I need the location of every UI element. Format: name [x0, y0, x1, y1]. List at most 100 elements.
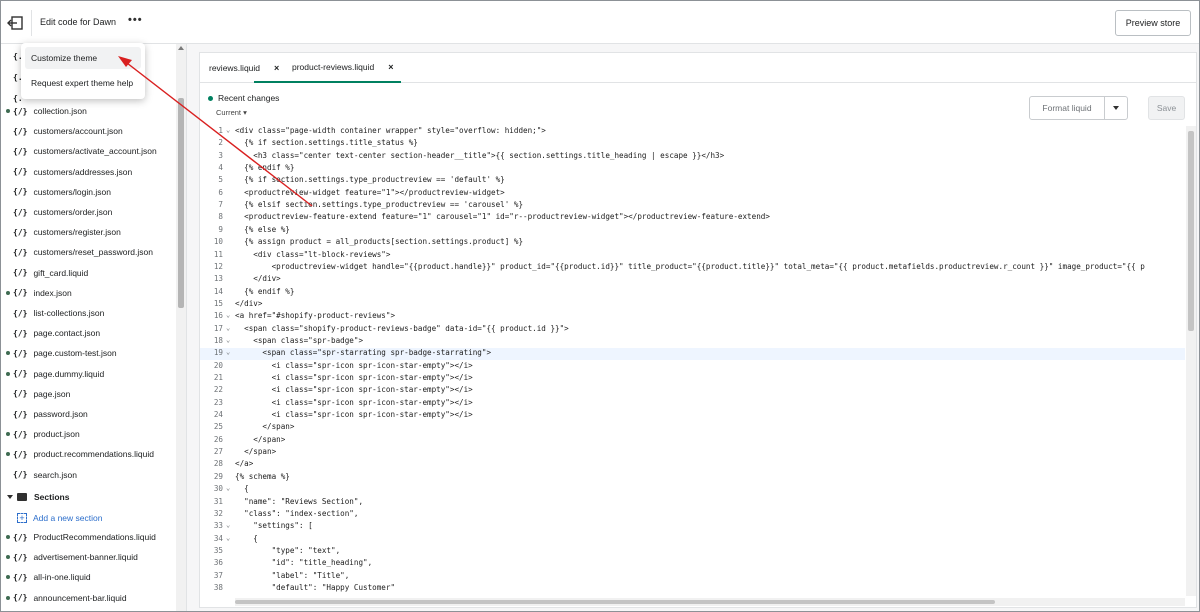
file-item[interactable]: {/} index.json: [1, 283, 173, 303]
file-item[interactable]: {/} customers/reset_password.json: [1, 242, 173, 262]
code-line[interactable]: 13 </div>: [200, 274, 1185, 286]
code-line[interactable]: 2 {% if section.settings.title_status %}: [200, 138, 1185, 150]
file-item[interactable]: {/} customers/order.json: [1, 202, 173, 222]
file-item[interactable]: {/} customers/account.json: [1, 121, 173, 141]
file-item[interactable]: {/} product.json: [1, 424, 173, 444]
code-line[interactable]: 33 ⌄ "settings": [: [200, 521, 1185, 533]
code-line[interactable]: 32 "class": "index-section",: [200, 509, 1185, 521]
code-line[interactable]: 7 {% elsif section.settings.type_product…: [200, 200, 1185, 212]
exit-icon[interactable]: [7, 15, 25, 31]
line-number: 15: [213, 298, 223, 308]
version-select[interactable]: Current ▾: [216, 108, 247, 117]
code-line[interactable]: 22 <i class="spr-icon spr-icon-star-empt…: [200, 385, 1185, 397]
code-line[interactable]: 15 </div>: [200, 299, 1185, 311]
line-number: 2: [218, 138, 223, 148]
fold-chevron-icon[interactable]: ⌄: [226, 336, 230, 344]
add-section-link[interactable]: + Add a new section: [1, 508, 173, 528]
code-line[interactable]: 31 "name": "Reviews Section",: [200, 497, 1185, 509]
code-line[interactable]: 20 <i class="spr-icon spr-icon-star-empt…: [200, 361, 1185, 373]
code-line[interactable]: 37 "label": "Title",: [200, 571, 1185, 583]
code-line[interactable]: 6 <productreview-widget feature="1"></pr…: [200, 188, 1185, 200]
code-text: <a href="#shopify-product-reviews">: [235, 311, 396, 321]
code-line[interactable]: 23 <i class="spr-icon spr-icon-star-empt…: [200, 398, 1185, 410]
file-item[interactable]: {/} ProductRecommendations.liquid: [1, 527, 173, 547]
file-item[interactable]: {/} page.json: [1, 384, 173, 404]
file-item[interactable]: {/} collection.json: [1, 101, 173, 121]
code-line[interactable]: 10 {% assign product = all_products[sect…: [200, 237, 1185, 249]
scroll-up-icon[interactable]: [178, 46, 184, 50]
code-line[interactable]: 24 <i class="spr-icon spr-icon-star-empt…: [200, 410, 1185, 422]
scroll-thumb[interactable]: [1188, 131, 1194, 331]
file-item[interactable]: {/} product.recommendations.liquid: [1, 444, 173, 464]
file-item[interactable]: {/} customers/activate_account.json: [1, 141, 173, 161]
code-line[interactable]: 12 <productreview-widget handle="{{produ…: [200, 262, 1185, 274]
fold-chevron-icon[interactable]: ⌄: [226, 324, 230, 332]
code-line[interactable]: 21 <i class="spr-icon spr-icon-star-empt…: [200, 373, 1185, 385]
editor-pane: reviews.liquid × product-reviews.liquid …: [199, 52, 1197, 608]
menu-item-request-expert-help[interactable]: Request expert theme help: [25, 72, 141, 94]
format-liquid-button[interactable]: Format liquid: [1029, 96, 1128, 120]
code-line[interactable]: 11 <div class="lt-block-reviews">: [200, 250, 1185, 262]
file-item[interactable]: {/} list-collections.json: [1, 303, 173, 323]
code-line[interactable]: 27 </span>: [200, 447, 1185, 459]
code-text: </span>: [235, 434, 286, 444]
code-line[interactable]: 29 {% schema %}: [200, 472, 1185, 484]
fold-chevron-icon[interactable]: ⌄: [226, 521, 230, 529]
tab-product-reviews-liquid[interactable]: product-reviews.liquid ×: [254, 53, 402, 83]
fold-chevron-icon[interactable]: ⌄: [226, 534, 230, 542]
file-item[interactable]: {/} customers/register.json: [1, 222, 173, 242]
code-line[interactable]: 36 "id": "title_heading",: [200, 558, 1185, 570]
code-line[interactable]: 38 "default": "Happy Customer": [200, 583, 1185, 595]
file-item[interactable]: {/} page.dummy.liquid: [1, 364, 173, 384]
code-line[interactable]: 30 ⌄ {: [200, 484, 1185, 496]
code-text: </span>: [235, 422, 295, 432]
code-line[interactable]: 28 </a>: [200, 459, 1185, 471]
file-item[interactable]: {/} password.json: [1, 404, 173, 424]
code-line[interactable]: 25 </span>: [200, 422, 1185, 434]
close-icon[interactable]: ×: [388, 62, 393, 72]
save-button[interactable]: Save: [1148, 96, 1185, 120]
file-item[interactable]: {/} customers/addresses.json: [1, 162, 173, 182]
file-item[interactable]: {/} page.contact.json: [1, 323, 173, 343]
sidebar-scroll-thumb[interactable]: [178, 98, 184, 308]
code-line[interactable]: 34 ⌄ {: [200, 534, 1185, 546]
file-item[interactable]: {/} gift_card.liquid: [1, 263, 173, 283]
code-line[interactable]: 26 </span>: [200, 435, 1185, 447]
fold-chevron-icon[interactable]: ⌄: [226, 311, 230, 319]
code-line[interactable]: 18 ⌄ <span class="spr-badge">: [200, 336, 1185, 348]
code-line[interactable]: 35 "type": "text",: [200, 546, 1185, 558]
file-name: collection.json: [33, 106, 87, 116]
fold-chevron-icon[interactable]: ⌄: [226, 126, 230, 134]
file-item[interactable]: {/} customers/login.json: [1, 182, 173, 202]
code-line[interactable]: 5 {% if section.settings.type_productrev…: [200, 175, 1185, 187]
code-line[interactable]: 14 {% endif %}: [200, 287, 1185, 299]
code-line[interactable]: 17 ⌄ <span class="shopify-product-reviews…: [200, 324, 1185, 336]
code-line[interactable]: 3 <h3 class="center text-center section-…: [200, 151, 1185, 163]
file-item[interactable]: {/} all-in-one.liquid: [1, 567, 173, 587]
file-item[interactable]: {/} page.custom-test.json: [1, 343, 173, 363]
fold-chevron-icon[interactable]: ⌄: [226, 484, 230, 492]
menu-item-customize-theme[interactable]: Customize theme: [25, 47, 141, 69]
file-item[interactable]: {/} advertisement-banner.liquid: [1, 547, 173, 567]
code-line[interactable]: 8 <productreview-feature-extend feature=…: [200, 212, 1185, 224]
fold-chevron-icon[interactable]: ⌄: [226, 348, 230, 356]
scroll-thumb[interactable]: [235, 600, 995, 604]
file-item[interactable]: {/} announcement-bar.liquid: [1, 588, 173, 608]
file-name: page.dummy.liquid: [33, 368, 105, 379]
file-item[interactable]: {/} search.json: [1, 465, 173, 485]
sections-folder[interactable]: Sections: [1, 487, 173, 507]
editor-vertical-scrollbar[interactable]: [1186, 126, 1196, 596]
file-name: index.json: [33, 287, 72, 298]
code-line[interactable]: 9 {% else %}: [200, 225, 1185, 237]
code-editor[interactable]: 1 ⌄ <div class="page-width container wrapp…: [200, 126, 1185, 596]
preview-store-button[interactable]: Preview store: [1115, 10, 1191, 36]
code-line[interactable]: 19 ⌄ <span class="spr-starrating spr-badg…: [200, 348, 1185, 361]
code-line[interactable]: 16 ⌄ <a href="#shopify-product-reviews">: [200, 311, 1185, 323]
code-line[interactable]: 4 {% endif %}: [200, 163, 1185, 175]
chevron-down-icon[interactable]: [1113, 106, 1119, 110]
recent-changes[interactable]: Recent changes: [208, 93, 279, 103]
more-actions-button[interactable]: •••: [128, 14, 143, 26]
editor-horizontal-scrollbar[interactable]: [235, 598, 1185, 606]
code-line[interactable]: 1 ⌄ <div class="page-width container wrapp…: [200, 126, 1185, 138]
